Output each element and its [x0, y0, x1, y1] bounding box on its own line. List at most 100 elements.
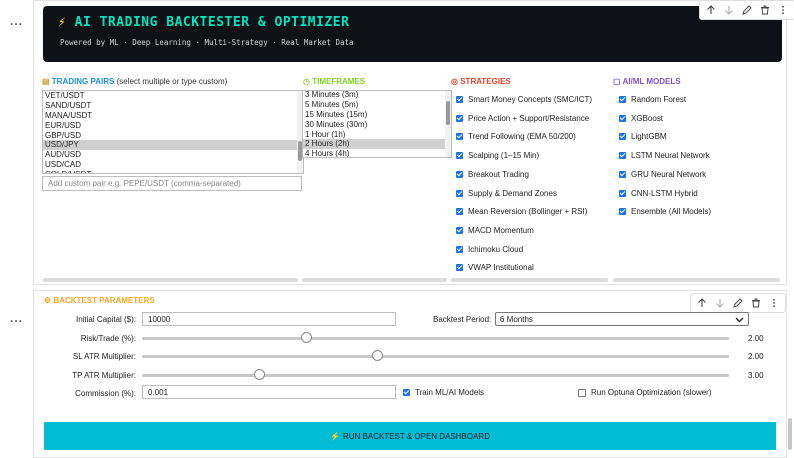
pair-option[interactable]: VET/USDT — [43, 91, 303, 101]
pair-option[interactable]: USD/JPY — [43, 140, 303, 151]
timeframe-option[interactable]: 30 Minutes (30m) — [303, 120, 451, 130]
capital-input[interactable]: 10000 — [142, 312, 396, 326]
move-up-icon[interactable] — [703, 2, 719, 18]
checkbox-checked-icon[interactable] — [456, 245, 463, 253]
strategy-checkbox[interactable]: Price Action + Support/Resistance — [456, 114, 589, 123]
checkbox-checked-icon[interactable] — [403, 389, 410, 396]
checkbox-checked-icon[interactable] — [456, 170, 463, 178]
banner-subtitle: Powered by ML · Deep Learning · Multi-St… — [60, 38, 354, 47]
pair-option[interactable]: AUD/USD — [43, 150, 303, 160]
commission-input[interactable]: 0.001 — [142, 385, 396, 399]
model-checkbox[interactable]: XGBoost — [619, 114, 663, 123]
timeframe-option[interactable]: 4 Hours (4h) — [303, 149, 451, 157]
checkbox-checked-icon[interactable] — [456, 133, 463, 141]
checkbox-checked-icon[interactable] — [619, 208, 626, 216]
pair-option[interactable]: COLD/USDT — [43, 170, 303, 173]
train-models-checkbox[interactable]: Train ML/AI Models — [403, 388, 484, 397]
strategy-checkbox-label: MACD Momentum — [468, 225, 534, 235]
custom-pair-input[interactable]: Add custom pair e.g. PEPE/USDT (comma-se… — [42, 176, 302, 191]
strategy-checkbox[interactable]: Smart Money Concepts (SMC/ICT) — [456, 95, 592, 104]
sl-slider[interactable] — [142, 355, 729, 358]
checkbox-unchecked-icon[interactable] — [578, 388, 586, 397]
model-checkbox[interactable]: LSTM Neural Network — [619, 151, 710, 160]
model-checkbox-label: GRU Neural Network — [631, 169, 707, 179]
commission-value: 0.001 — [148, 387, 169, 397]
model-checkbox[interactable]: GRU Neural Network — [619, 170, 706, 179]
edit-pencil-icon[interactable] — [730, 295, 746, 311]
lightning-icon: ⚡ — [330, 431, 340, 441]
timeframe-option[interactable]: 3 Minutes (3m) — [303, 91, 451, 100]
model-checkbox-label: LSTM Neural Network — [631, 151, 710, 161]
checkbox-checked-icon[interactable] — [619, 189, 626, 197]
risk-label: Risk/Trade (%): — [80, 334, 136, 343]
banner-title: ⚡ AI TRADING BACKTESTER & OPTIMIZER — [58, 15, 349, 30]
strategy-checkbox-label: Mean Reversion (Bollinger + RSI) — [468, 207, 588, 217]
strategy-checkbox[interactable]: VWAP Institutional — [456, 263, 534, 272]
strategy-checkbox[interactable]: Trend Following (EMA 50/200) — [456, 132, 576, 141]
risk-slider[interactable] — [142, 337, 729, 340]
strategy-checkbox[interactable]: Supply & Demand Zones — [456, 189, 557, 198]
pair-option[interactable]: MANA/USDT — [43, 111, 303, 121]
timeframe-option[interactable]: 1 Hour (1h) — [303, 130, 451, 140]
tp-slider[interactable] — [142, 374, 729, 377]
checkbox-checked-icon[interactable] — [456, 264, 463, 272]
cell-1-menu-icon[interactable]: ... — [10, 14, 23, 28]
timeframe-option[interactable]: 15 Minutes (15m) — [303, 110, 451, 120]
checkbox-checked-icon[interactable] — [619, 114, 626, 122]
checkbox-checked-icon[interactable] — [456, 96, 463, 103]
more-vert-icon[interactable] — [775, 2, 791, 18]
strategy-checkbox-label: Trend Following (EMA 50/200) — [468, 132, 576, 142]
strategy-checkbox[interactable]: Scalping (1–15 Min) — [456, 151, 539, 160]
divider-bar — [451, 278, 608, 282]
cell-2-menu-icon[interactable]: ... — [10, 311, 23, 325]
trash-icon[interactable] — [757, 2, 773, 18]
pair-option[interactable]: USD/CAD — [43, 160, 303, 170]
header-banner: ⚡ AI TRADING BACKTESTER & OPTIMIZER Powe… — [43, 6, 782, 62]
timeframe-option[interactable]: 2 Hours (2h) — [303, 139, 451, 150]
period-value: 6 Months — [500, 314, 533, 324]
checkbox-checked-icon[interactable] — [456, 189, 463, 197]
model-checkbox[interactable]: Random Forest — [619, 95, 686, 104]
strategies-heading: ◎ STRATEGIES — [451, 77, 511, 86]
trading-pairs-hint: (select multiple or type custom) — [116, 77, 228, 86]
pair-option[interactable]: EUR/USD — [43, 121, 303, 131]
model-checkbox[interactable]: CNN-LSTM Hybrid — [619, 189, 698, 198]
checkbox-checked-icon[interactable] — [619, 133, 626, 141]
model-checkbox[interactable]: LightGBM — [619, 132, 667, 141]
checkbox-checked-icon[interactable] — [456, 226, 463, 234]
checkbox-checked-icon[interactable] — [619, 96, 626, 103]
move-down-icon[interactable] — [712, 295, 728, 311]
strategy-checkbox[interactable]: Ichimoku Cloud — [456, 245, 523, 254]
timeframes-scrollbar[interactable] — [445, 91, 451, 157]
trading-pairs-listbox[interactable]: VET/USDT SAND/USDT MANA/USDT EUR/USD GBP/USD… — [42, 90, 304, 174]
strategy-checkbox[interactable]: MACD Momentum — [456, 226, 534, 235]
model-checkbox[interactable]: Ensemble (All Models) — [619, 207, 711, 216]
capital-value: 10000 — [148, 314, 171, 324]
sl-slider-handle[interactable] — [371, 350, 383, 361]
backtest-params-heading: ⚙ BACKTEST PARAMETERS — [44, 296, 155, 305]
pair-option[interactable]: SAND/USDT — [43, 101, 303, 111]
page-scrollbar[interactable] — [788, 418, 792, 450]
timeframes-listbox[interactable]: 3 Minutes (3m) 5 Minutes (5m) 15 Minutes (… — [302, 90, 452, 158]
cell-toolbar-2 — [690, 293, 786, 313]
move-up-icon[interactable] — [694, 295, 710, 311]
checkbox-checked-icon[interactable] — [456, 114, 463, 122]
trash-icon[interactable] — [748, 295, 764, 311]
checkbox-checked-icon[interactable] — [456, 208, 463, 216]
timeframe-option[interactable]: 5 Minutes (5m) — [303, 100, 451, 110]
move-down-icon[interactable] — [721, 2, 737, 18]
optuna-checkbox[interactable]: Run Optuna Optimization (slower) — [578, 388, 712, 397]
period-select[interactable]: 6 Months — [495, 312, 749, 326]
checkbox-checked-icon[interactable] — [619, 152, 626, 160]
strategy-checkbox-label: Price Action + Support/Resistance — [468, 113, 590, 123]
strategy-checkbox[interactable]: Mean Reversion (Bollinger + RSI) — [456, 207, 587, 216]
strategy-checkbox[interactable]: Breakout Trading — [456, 170, 529, 179]
more-vert-icon[interactable] — [766, 295, 782, 311]
checkbox-checked-icon[interactable] — [619, 170, 626, 178]
pair-option[interactable]: GBP/USD — [43, 131, 303, 141]
checkbox-checked-icon[interactable] — [456, 152, 463, 160]
strategy-checkbox-label: Smart Money Concepts (SMC/ICT) — [468, 95, 593, 104]
model-checkbox-label: CNN-LSTM Hybrid — [631, 188, 698, 198]
run-backtest-button[interactable]: ⚡ RUN BACKTEST & OPEN DASHBOARD — [44, 422, 776, 450]
edit-pencil-icon[interactable] — [739, 2, 755, 18]
